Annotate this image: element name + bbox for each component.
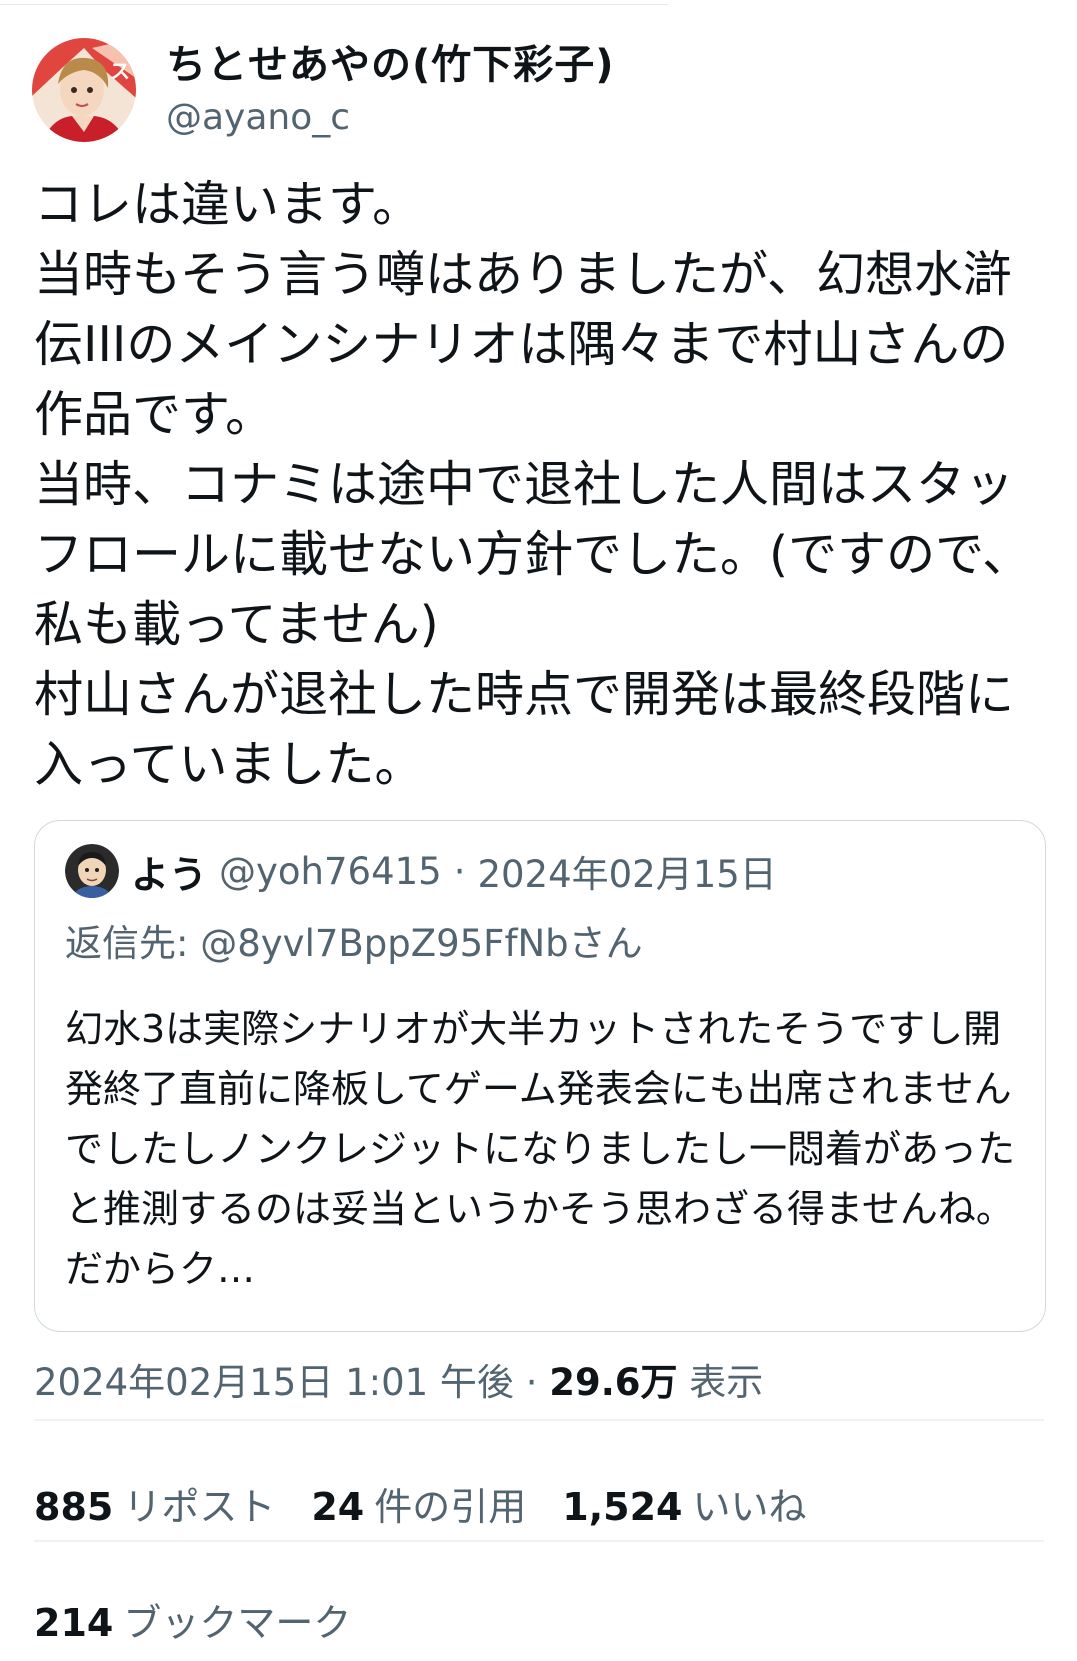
bookmarks-stat[interactable]: 214 ブックマーク <box>34 1592 351 1647</box>
quote-separator: · <box>453 849 466 893</box>
quote-avatar <box>65 844 119 898</box>
quote-handle[interactable]: @yoh76415 <box>219 850 442 893</box>
author-name-block: ちとせあやの(竹下彩子) @ayano_c <box>166 39 615 141</box>
quotes-count: 24 <box>311 1485 365 1529</box>
author-display-name[interactable]: ちとせあやの(竹下彩子) <box>166 39 615 91</box>
tweet-meta: 2024年02月15日 1:01 午後 · 29.6万 表示 <box>34 1352 763 1406</box>
quote-header: よう @yoh76415 · 2024年02月15日 <box>65 843 777 899</box>
svg-text:ス: ス <box>110 59 130 83</box>
quotes-label: 件の引用 <box>374 1485 527 1529</box>
quotes-stat[interactable]: 24 件の引用 <box>311 1476 526 1531</box>
reposts-label: リポスト <box>123 1485 276 1529</box>
quote-text: 幻水3は実際シナリオが大半カットされたそうですし開発終了直前に降板してゲーム発表… <box>65 1007 1016 1291</box>
author-avatar[interactable]: ス <box>32 38 136 142</box>
quote-display-name[interactable]: よう <box>131 844 207 899</box>
likes-stat[interactable]: 1,524 いいね <box>562 1476 806 1531</box>
tweet-timestamp[interactable]: 2024年02月15日 1:01 午後 <box>34 1361 514 1404</box>
quote-date: 2024年02月15日 <box>477 853 777 896</box>
quote-reply-line: 返信先: @8yvl7BppZ95FfNbさん <box>65 913 643 967</box>
likes-label: いいね <box>692 1485 807 1529</box>
top-divider <box>0 4 668 5</box>
quote-reply-label: 返信先: <box>65 922 189 965</box>
likes-count: 1,524 <box>562 1485 683 1529</box>
meta-separator: · <box>525 1361 538 1404</box>
stats-divider-top <box>34 1419 1044 1421</box>
author-handle[interactable]: @ayano_c <box>166 95 615 141</box>
views-label: 表示 <box>689 1361 764 1404</box>
tweet-header: ス ちとせあやの(竹下彩子) @ayano_c <box>32 36 1032 144</box>
reposts-count: 885 <box>34 1485 114 1529</box>
quote-reply-mention[interactable]: @8yvl7BppZ95FfNbさん <box>200 922 642 965</box>
reposts-stat[interactable]: 885 リポスト <box>34 1476 275 1531</box>
quoted-tweet[interactable]: よう @yoh76415 · 2024年02月15日 返信先: @8yvl7Bp… <box>34 820 1046 1332</box>
engagement-stats: 885 リポスト 24 件の引用 1,524 いいね <box>34 1476 842 1531</box>
bookmarks-count: 214 <box>34 1601 114 1645</box>
tweet-text: コレは違います。 当時もそう言う噂はありましたが、幻想水滸伝IIIのメインシナリ… <box>34 176 1032 793</box>
stats-divider-bottom <box>34 1540 1044 1542</box>
bookmarks-label: ブックマーク <box>123 1601 352 1645</box>
views-count: 29.6万 <box>549 1361 678 1404</box>
